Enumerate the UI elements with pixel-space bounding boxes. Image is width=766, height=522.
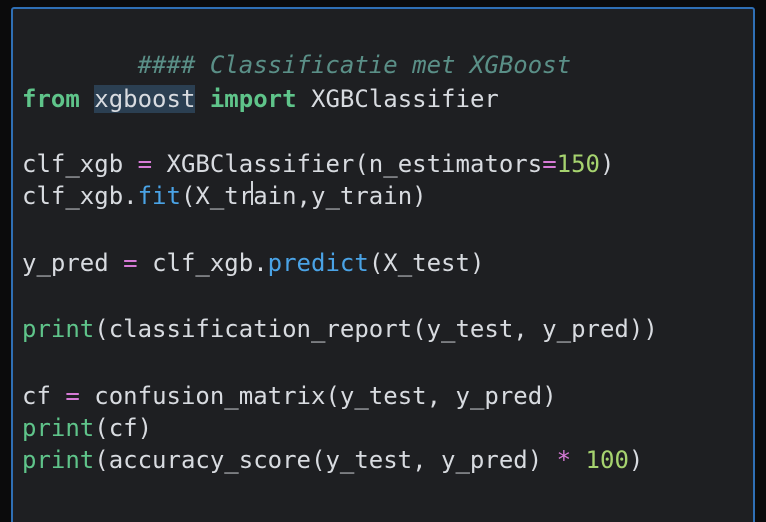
builtin-print: print — [22, 315, 95, 343]
object-ref: clf_xgb. — [152, 249, 268, 277]
call-close: ) — [600, 150, 615, 178]
variable: cf — [22, 382, 51, 410]
code-line-4[interactable]: clf_xgb.fit(X_train,y_train) — [22, 180, 427, 212]
import-name: XGBClassifier — [311, 85, 499, 113]
code-line-9[interactable]: print(accuracy_score(y_test, y_pred) * 1… — [22, 444, 643, 476]
method-name: predict — [267, 249, 369, 277]
comment-text: #### Classificatie met XGBoost — [137, 51, 572, 79]
variable: clf_xgb — [22, 150, 124, 178]
call-args: (X_train,y_train) — [180, 182, 427, 210]
builtin-print: print — [22, 446, 95, 474]
call-args: (accuracy_score(y_test, y_pred) — [94, 446, 543, 474]
code-line-7[interactable]: cf = confusion_matrix(y_test, y_pred) — [22, 380, 557, 412]
operator: = — [123, 249, 138, 277]
operator: = — [65, 382, 80, 410]
code-line-1[interactable]: #### Classificatie met XGBoost — [22, 17, 571, 79]
keyword-import: import — [209, 85, 297, 113]
keyword-from: from — [22, 85, 80, 113]
object-ref: clf_xgb. — [22, 182, 138, 210]
number: 150 — [556, 150, 601, 178]
call-close: ) — [628, 446, 644, 474]
method-name: fit — [137, 182, 181, 210]
operator: = — [137, 150, 153, 178]
variable: y_pred — [22, 249, 109, 277]
code-line-3[interactable]: clf_xgb = XGBClassifier(n_estimators=150… — [22, 148, 614, 180]
call-text: confusion_matrix(y_test, y_pred) — [94, 382, 557, 410]
module-name-highlighted: xgboost — [94, 85, 196, 113]
code-line-2[interactable]: from xgboost import XGBClassifier — [22, 83, 499, 115]
code-line-8[interactable]: print(cf) — [22, 412, 152, 444]
operator: = — [542, 150, 557, 178]
code-line-6[interactable]: print(classification_report(y_test, y_pr… — [22, 313, 658, 345]
call-args: (cf) — [94, 414, 153, 442]
builtin-print: print — [22, 414, 95, 442]
operator: * — [556, 446, 572, 474]
call-text: XGBClassifier(n_estimators — [166, 150, 543, 178]
code-line-5[interactable]: y_pred = clf_xgb.predict(X_test) — [22, 247, 484, 279]
call-args: (X_test) — [368, 249, 485, 277]
call-args: (classification_report(y_test, y_pred)) — [94, 315, 658, 343]
code-cell[interactable]: #### Classificatie met XGBoost from xgbo… — [11, 7, 755, 522]
app-background: #### Classificatie met XGBoost from xgbo… — [0, 0, 766, 522]
text-cursor — [251, 181, 253, 205]
number: 100 — [585, 446, 629, 474]
